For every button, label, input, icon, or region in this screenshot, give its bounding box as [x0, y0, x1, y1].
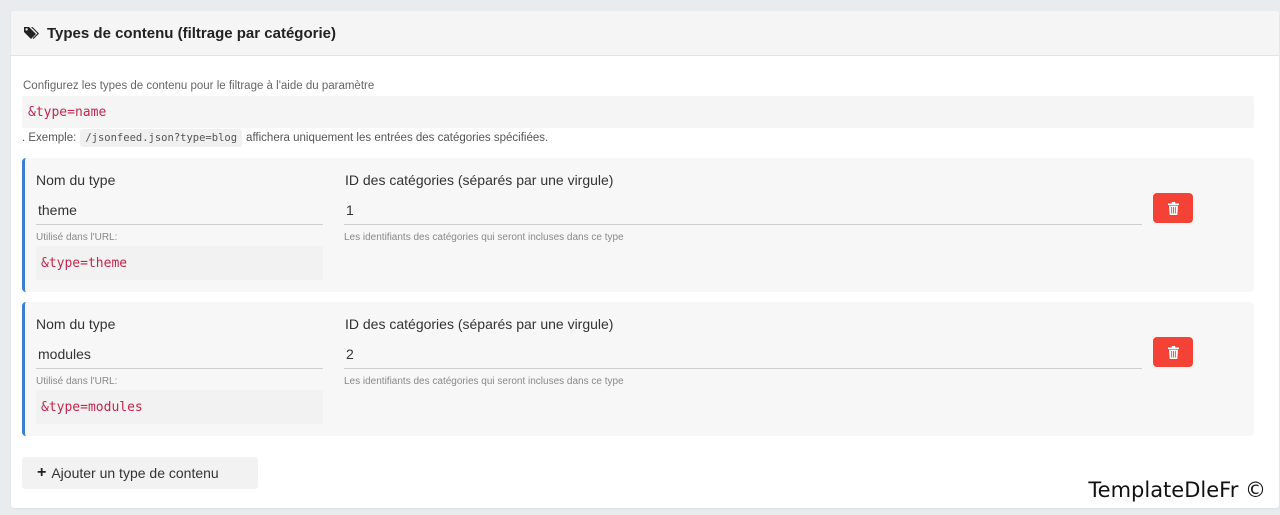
add-content-type-label: Ajouter un type de contenu [51, 465, 219, 481]
type-name-label: Nom du type [36, 172, 116, 188]
url-hint: Utilisé dans l'URL: [36, 232, 118, 243]
type-card: Nom du type ID des catégories (séparés p… [22, 158, 1254, 292]
example-line: . Exemple: /jsonfeed.json?type=blog affi… [22, 127, 548, 149]
delete-type-button[interactable] [1153, 193, 1193, 223]
category-ids-hint: Les identifiants des catégories qui sero… [344, 232, 624, 243]
param-code: &type=name [22, 96, 1254, 128]
plus-icon: + [37, 464, 47, 481]
intro-description: Configurez les types de contenu pour le … [23, 80, 375, 92]
add-content-type-button[interactable]: + Ajouter un type de contenu [22, 457, 258, 489]
tags-icon [24, 27, 39, 39]
example-suffix: affichera uniquement les entrées des cat… [246, 132, 549, 144]
category-ids-hint: Les identifiants des catégories qui sero… [344, 376, 624, 387]
type-name-label: Nom du type [36, 316, 116, 332]
watermark: TemplateDleFr © [1088, 478, 1266, 502]
category-ids-label: ID des catégories (séparés par une virgu… [345, 316, 614, 332]
trash-icon [1167, 201, 1179, 215]
type-name-input[interactable]: modules [36, 339, 323, 369]
example-prefix: . Exemple: [22, 132, 77, 144]
category-ids-label: ID des catégories (séparés par une virgu… [345, 172, 614, 188]
url-param-code: &type=modules [36, 390, 323, 424]
url-hint: Utilisé dans l'URL: [36, 376, 118, 387]
category-ids-input[interactable]: 2 [344, 339, 1142, 369]
type-card: Nom du type ID des catégories (séparés p… [22, 302, 1254, 436]
type-name-input[interactable]: theme [36, 195, 323, 225]
panel-header: Types de contenu (filtrage par catégorie… [11, 11, 1279, 56]
delete-type-button[interactable] [1153, 337, 1193, 367]
example-code: /jsonfeed.json?type=blog [80, 129, 243, 147]
panel-title: Types de contenu (filtrage par catégorie… [47, 24, 336, 42]
url-param-code: &type=theme [36, 246, 323, 280]
trash-icon [1167, 345, 1179, 359]
category-ids-input[interactable]: 1 [344, 195, 1142, 225]
content-types-panel: Types de contenu (filtrage par catégorie… [11, 11, 1279, 508]
